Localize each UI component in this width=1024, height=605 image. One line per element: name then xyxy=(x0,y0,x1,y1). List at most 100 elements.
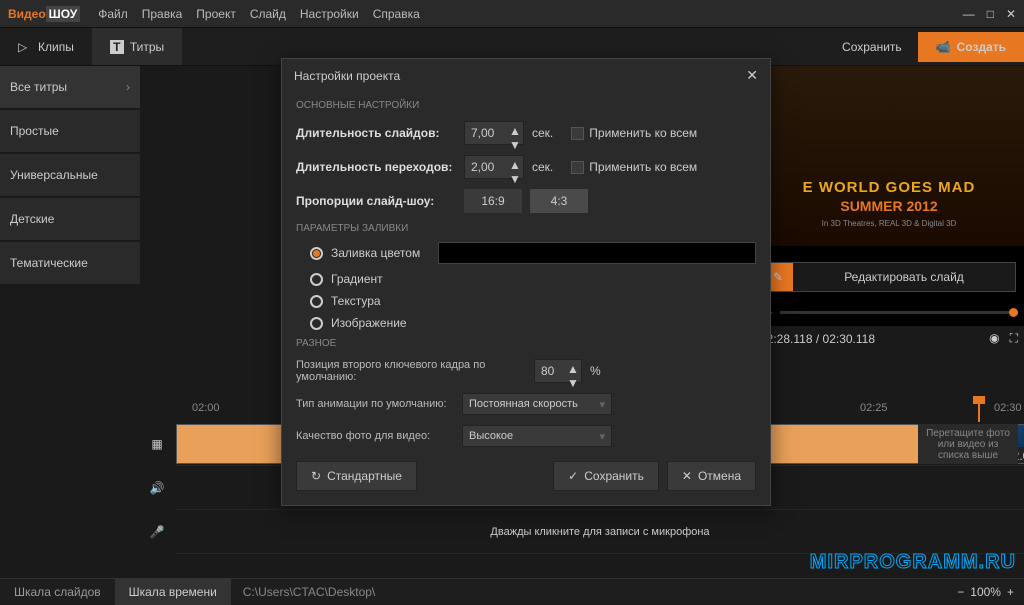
sidebar-item-universal[interactable]: Универсальные xyxy=(0,154,140,196)
menu-file[interactable]: Файл xyxy=(98,7,128,21)
mic-track[interactable]: 🎤 Дважды кликните для записи с микрофона xyxy=(176,510,1024,554)
zoom-in-icon[interactable]: + xyxy=(1007,585,1014,599)
menu-edit[interactable]: Правка xyxy=(142,7,183,21)
apply-all-label: Применить ко всем xyxy=(589,126,697,140)
ratio-16-9-button[interactable]: 16:9 xyxy=(464,189,522,213)
spinner-icon[interactable]: ▲▼ xyxy=(567,362,579,380)
camera-icon[interactable]: ◉ xyxy=(989,331,999,346)
video-icon: 📹 xyxy=(936,40,951,54)
section-misc: РАЗНОЕ xyxy=(296,338,756,349)
preview-title-1: E WORLD GOES MAD xyxy=(764,179,1014,196)
row-keyframe: Позиция второго ключевого кадра по умолч… xyxy=(296,359,756,383)
minimize-icon[interactable]: — xyxy=(963,7,975,21)
keyframe-input[interactable]: 80 ▲▼ xyxy=(534,359,582,383)
check-icon: ✓ xyxy=(568,469,578,483)
sidebar-label: Универсальные xyxy=(10,168,98,182)
menu-project[interactable]: Проект xyxy=(196,7,236,21)
row-animation-type: Тип анимации по умолчанию: Постоянная ск… xyxy=(296,393,756,415)
tab-time-scale[interactable]: Шкала времени xyxy=(115,579,231,605)
tab-clips[interactable]: ▷ Клипы xyxy=(0,28,92,65)
ruler-tick: 02:25 xyxy=(860,402,888,414)
spinner-icon[interactable]: ▲▼ xyxy=(509,124,521,142)
defaults-button[interactable]: ↻ Стандартные xyxy=(296,461,417,491)
modal-cancel-button[interactable]: ✕ Отмена xyxy=(667,461,756,491)
menu-settings[interactable]: Настройки xyxy=(300,7,359,21)
modal-header: Настройки проекта ✕ xyxy=(282,59,770,92)
modal-save-button[interactable]: ✓ Сохранить xyxy=(553,461,659,491)
track-hint: Дважды кликните для записи с микрофона xyxy=(176,526,1024,538)
save-button[interactable]: Сохранить xyxy=(826,32,918,62)
menu-slide[interactable]: Слайд xyxy=(250,7,286,21)
close-icon[interactable]: ✕ xyxy=(1006,7,1016,21)
fill-color-label: Заливка цветом xyxy=(331,246,420,260)
ruler-tick: 02:30 xyxy=(994,402,1022,414)
radio-icon xyxy=(310,273,323,286)
play-icon: ▷ xyxy=(18,40,32,54)
modal-buttons: ↻ Стандартные ✓ Сохранить ✕ Отмена xyxy=(296,461,756,491)
transition-duration-label: Длительность переходов: xyxy=(296,160,456,174)
sidebar-item-simple[interactable]: Простые xyxy=(0,110,140,152)
row-aspect-ratio: Пропорции слайд-шоу: 16:9 4:3 xyxy=(296,189,756,213)
project-settings-modal: Настройки проекта ✕ ОСНОВНЫЕ НАСТРОЙКИ Д… xyxy=(281,58,771,506)
drop-placeholder[interactable]: Перетащите фото или видео из списка выше xyxy=(918,424,1018,464)
transition-duration-input[interactable]: 2,00 ▲▼ xyxy=(464,155,524,179)
seek-bar[interactable] xyxy=(780,311,1018,314)
apply-all-transitions-checkbox[interactable]: Применить ко всем xyxy=(571,160,697,174)
row-photo-quality: Качество фото для видео: Высокое xyxy=(296,425,756,447)
photo-quality-label: Качество фото для видео: xyxy=(296,430,454,442)
animation-type-label: Тип анимации по умолчанию: xyxy=(296,398,454,410)
sidebar-label: Простые xyxy=(10,124,59,138)
checkbox-icon xyxy=(571,161,584,174)
sidebar-item-kids[interactable]: Детские xyxy=(0,198,140,240)
film-icon: ▦ xyxy=(148,437,166,451)
fill-gradient-radio[interactable]: Градиент xyxy=(310,272,756,286)
statusbar: Шкала слайдов Шкала времени C:\Users\CTA… xyxy=(0,578,1024,604)
zoom-value: 100% xyxy=(970,585,1001,599)
tab-titles[interactable]: T Титры xyxy=(92,28,182,65)
sidebar-item-all-titles[interactable]: Все титры xyxy=(0,66,140,108)
color-picker[interactable] xyxy=(438,242,756,264)
modal-save-label: Сохранить xyxy=(584,469,644,483)
preview-subtitle: In 3D Theatres, REAL 3D & Digital 3D xyxy=(764,219,1014,228)
section-fill: ПАРАМЕТРЫ ЗАЛИВКИ xyxy=(296,223,756,234)
text-icon: T xyxy=(110,40,124,54)
fullscreen-icon[interactable]: ⛶ xyxy=(1010,331,1018,346)
checkbox-icon xyxy=(571,127,584,140)
menubar: Файл Правка Проект Слайд Настройки Справ… xyxy=(98,7,962,21)
fill-image-radio[interactable]: Изображение xyxy=(310,316,756,330)
status-path: C:\Users\CTAC\Desktop\ xyxy=(243,585,957,599)
fill-texture-label: Текстура xyxy=(331,294,381,308)
edit-slide-label: Редактировать слайд xyxy=(793,270,1015,284)
modal-title: Настройки проекта xyxy=(294,69,400,83)
sidebar-label: Детские xyxy=(10,212,54,226)
apply-all-slides-checkbox[interactable]: Применить ко всем xyxy=(571,126,697,140)
preview-panel: E WORLD GOES MAD SUMMER 2012 In 3D Theat… xyxy=(754,66,1024,326)
create-label: Создать xyxy=(957,40,1006,54)
radio-icon xyxy=(310,295,323,308)
menu-help[interactable]: Справка xyxy=(373,7,420,21)
apply-all-label: Применить ко всем xyxy=(589,160,697,174)
time-text: 02:28.118 / 02:30.118 xyxy=(760,332,875,346)
fill-texture-radio[interactable]: Текстура xyxy=(310,294,756,308)
fill-gradient-label: Градиент xyxy=(331,272,383,286)
zoom-out-icon[interactable]: − xyxy=(957,585,964,599)
modal-cancel-label: Отмена xyxy=(698,469,741,483)
tab-slide-scale[interactable]: Шкала слайдов xyxy=(0,579,115,605)
slide-duration-input[interactable]: 7,00 ▲▼ xyxy=(464,121,524,145)
maximize-icon[interactable]: □ xyxy=(987,7,994,21)
ruler-tick: 02:00 xyxy=(192,402,220,414)
animation-type-dropdown[interactable]: Постоянная скорость xyxy=(462,393,612,415)
modal-close-button[interactable]: ✕ xyxy=(746,67,758,84)
fill-color-radio[interactable]: Заливка цветом xyxy=(310,242,756,264)
edit-slide-button[interactable]: ✎ Редактировать слайд xyxy=(762,262,1016,292)
watermark: MIRPROGRAMM.RU xyxy=(810,551,1016,574)
ratio-4-3-button[interactable]: 4:3 xyxy=(530,189,588,213)
create-button[interactable]: 📹 Создать xyxy=(918,32,1024,62)
spinner-icon[interactable]: ▲▼ xyxy=(509,158,521,176)
photo-quality-dropdown[interactable]: Высокое xyxy=(462,425,612,447)
sidebar-item-thematic[interactable]: Тематические xyxy=(0,242,140,284)
speaker-icon: 🔊 xyxy=(148,481,166,495)
section-basic: ОСНОВНЫЕ НАСТРОЙКИ xyxy=(296,100,756,111)
fill-image-label: Изображение xyxy=(331,316,407,330)
playhead[interactable] xyxy=(978,398,980,422)
